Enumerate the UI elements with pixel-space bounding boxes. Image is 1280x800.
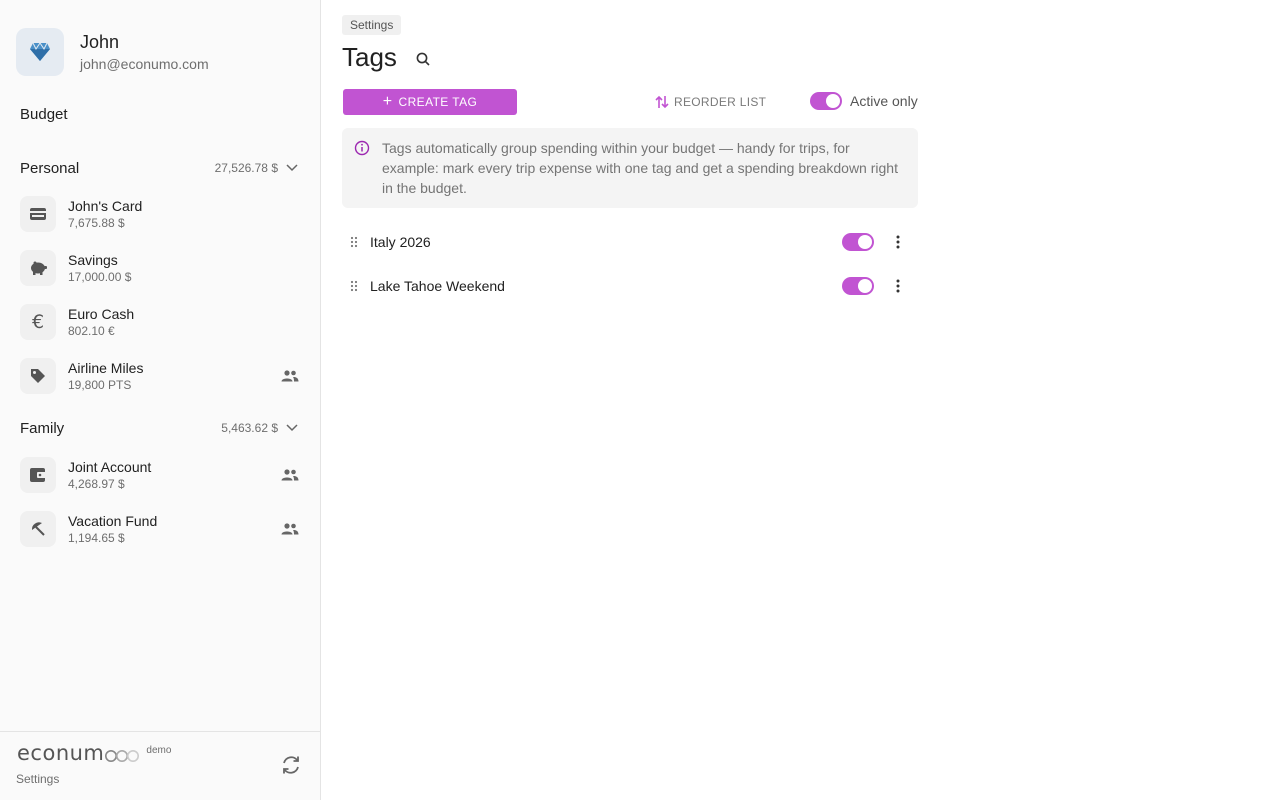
reorder-list-button[interactable]: REORDER LIST <box>655 92 766 112</box>
app-logo: econum demo <box>17 741 171 765</box>
account-item[interactable]: John's Card 7,675.88 $ <box>20 194 300 234</box>
account-item[interactable]: Airline Miles 19,800 PTS <box>20 356 300 396</box>
search-button[interactable] <box>414 50 432 68</box>
account-balance: 7,675.88 $ <box>68 215 125 230</box>
active-only-label: Active only <box>850 93 918 109</box>
refresh-icon <box>283 756 299 774</box>
avatar <box>16 28 64 76</box>
account-name: Joint Account <box>68 458 152 475</box>
tag-icon <box>20 358 56 394</box>
info-banner: Tags automatically group spending within… <box>342 128 918 208</box>
logo-text: econum <box>17 741 105 765</box>
chevron-down-icon[interactable] <box>284 420 300 436</box>
account-balance: 17,000.00 $ <box>68 269 132 284</box>
plus-icon: + <box>382 93 393 110</box>
credit-card-icon <box>20 196 56 232</box>
sidebar: John john@econumo.com Budget Personal 27… <box>0 0 321 800</box>
diamond-icon <box>30 42 50 61</box>
group-title: Family <box>20 419 65 437</box>
piggy-bank-icon <box>20 250 56 286</box>
shared-users-icon <box>280 465 300 485</box>
tag-active-toggle[interactable] <box>842 233 874 251</box>
more-vertical-icon[interactable] <box>888 235 908 249</box>
shared-users-icon <box>280 519 300 539</box>
wallet-icon <box>20 457 56 493</box>
account-name: Airline Miles <box>68 359 144 376</box>
settings-link[interactable]: Settings <box>16 772 59 786</box>
account-name: Vacation Fund <box>68 512 158 529</box>
account-item[interactable]: Savings 17,000.00 $ <box>20 248 300 288</box>
tag-row[interactable]: Italy 2026 <box>342 222 918 262</box>
account-item[interactable]: Joint Account 4,268.97 $ <box>20 455 300 495</box>
chevron-down-icon[interactable] <box>284 160 300 176</box>
drag-handle-icon[interactable] <box>342 280 366 292</box>
tag-name: Lake Tahoe Weekend <box>370 278 505 294</box>
more-vertical-icon[interactable] <box>888 279 908 293</box>
euro-icon: € <box>20 304 56 340</box>
create-tag-label: CREATE TAG <box>398 95 478 109</box>
account-name: Savings <box>68 251 118 268</box>
user-email: john@econumo.com <box>80 56 209 72</box>
active-only-filter[interactable]: Active only <box>810 92 918 110</box>
account-balance: 1,194.65 $ <box>68 530 125 545</box>
sidebar-footer: econum demo Settings <box>0 731 320 800</box>
account-balance: 19,800 PTS <box>68 377 132 392</box>
info-icon <box>354 140 370 156</box>
logo-rings-icon <box>105 750 140 762</box>
user-name: John <box>80 32 120 52</box>
account-balance: 4,268.97 $ <box>68 476 125 491</box>
group-total: 27,526.78 $ <box>214 161 278 175</box>
account-item[interactable]: Vacation Fund 1,194.65 $ <box>20 509 300 549</box>
account-name: Euro Cash <box>68 305 135 322</box>
reorder-list-label: REORDER LIST <box>674 95 767 109</box>
page-title: Tags <box>342 42 397 72</box>
tag-active-toggle[interactable] <box>842 277 874 295</box>
create-tag-button[interactable]: + CREATE TAG <box>343 89 517 115</box>
sync-button[interactable] <box>278 752 304 778</box>
search-icon <box>416 52 430 66</box>
active-only-toggle[interactable] <box>810 92 842 110</box>
sort-arrows-icon <box>655 95 669 109</box>
drag-handle-icon[interactable] <box>342 236 366 248</box>
shared-users-icon <box>280 366 300 386</box>
account-group-personal[interactable]: Personal 27,526.78 $ <box>20 158 300 178</box>
tag-name: Italy 2026 <box>370 234 431 250</box>
group-total: 5,463.62 $ <box>221 421 278 435</box>
group-title: Personal <box>20 159 80 177</box>
tag-row[interactable]: Lake Tahoe Weekend <box>342 266 918 306</box>
breadcrumb[interactable]: Settings <box>342 15 402 35</box>
demo-badge: demo <box>146 745 172 756</box>
beach-umbrella-icon <box>20 511 56 547</box>
user-profile[interactable]: John john@econumo.com <box>16 28 209 76</box>
sidebar-item-budget[interactable]: Budget <box>20 106 68 123</box>
info-text: Tags automatically group spending within… <box>382 140 898 196</box>
account-name: John's Card <box>68 197 143 214</box>
account-item[interactable]: € Euro Cash 802.10 € <box>20 302 300 342</box>
account-balance: 802.10 € <box>68 323 115 338</box>
account-group-family[interactable]: Family 5,463.62 $ <box>20 418 300 438</box>
